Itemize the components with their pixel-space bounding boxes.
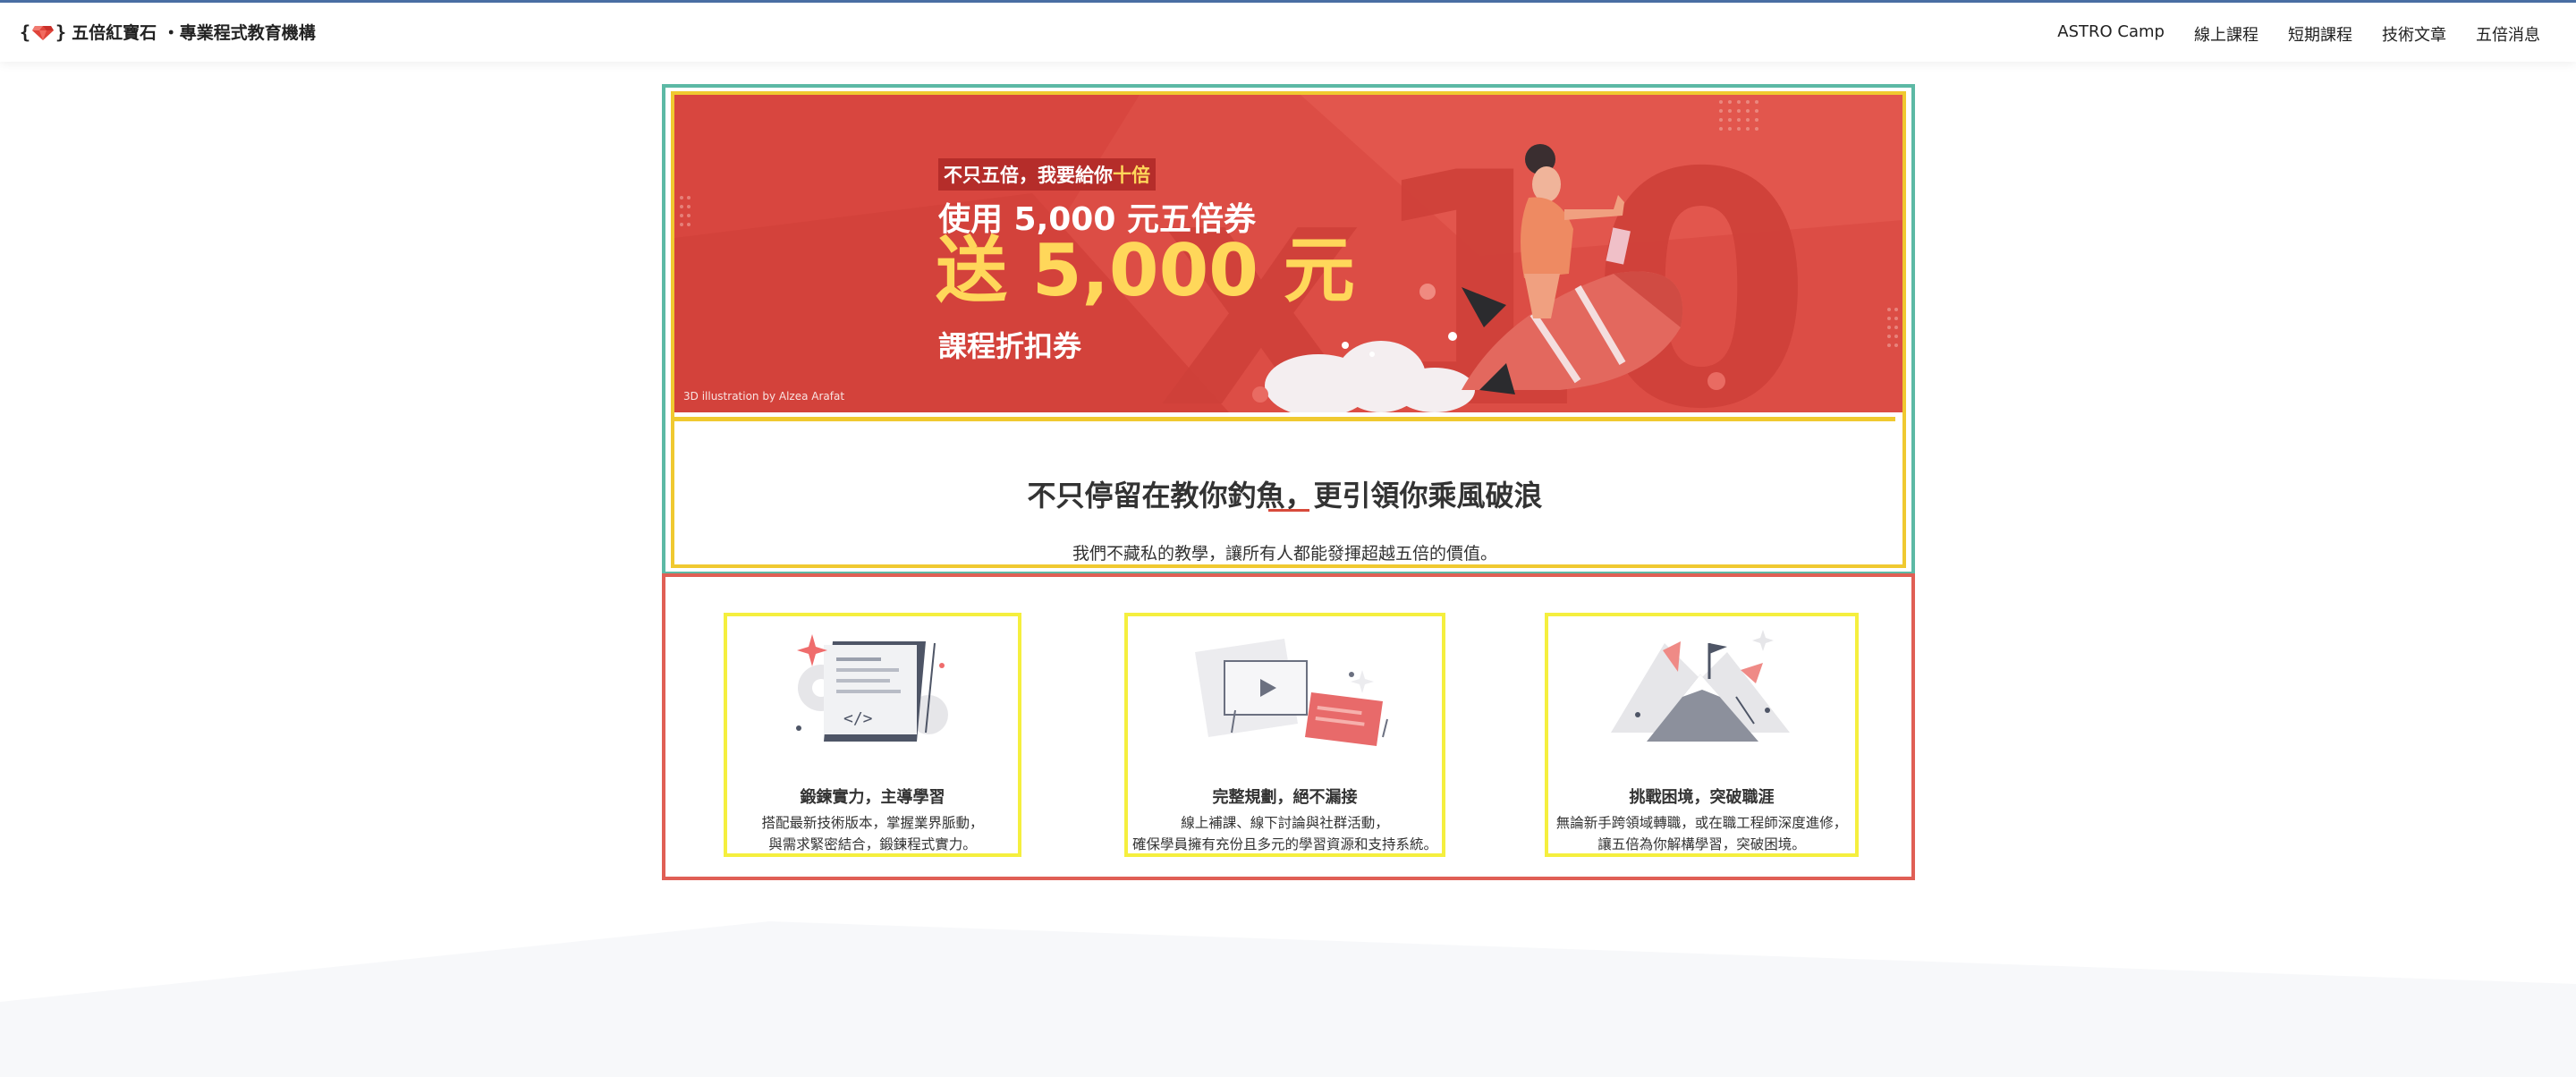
main-nav: ASTRO Camp 線上課程 短期課程 技術文章 五倍消息 (2057, 22, 2540, 46)
features-section: </> 鍛鍊實力，主導學習 搭配最新技術版本，掌握業界脈動， 與需求緊密結合，鍛鍊… (662, 573, 1915, 880)
brand-brace-close: } (55, 21, 67, 43)
code-document-icon: </> (796, 634, 948, 742)
tag-highlight: 十倍 (1113, 165, 1150, 186)
feature-card: 完整規劃，絕不漏接 線上補課、線下討論與社群活動， 確保學員擁有充份且多元的學習資… (1124, 613, 1445, 857)
illustration-credit: 3D illustration by Alzea Arafat (683, 390, 845, 403)
video-chat-icon (1195, 639, 1388, 746)
banner-gift-amount: 送 5,000 元 (936, 229, 1355, 312)
feature-description: 線上補課、線下討論與社群活動， 確保學員擁有充份且多元的學習資源和支持系統。 (1131, 815, 1437, 852)
navbar: { } 五倍紅寶石 ・專業程式教育機構 ASTRO Camp 線上課程 短期課程… (0, 3, 2576, 62)
banner-coupon-line: 課程折扣券 (938, 329, 1082, 363)
feature-title: 挑戰困境，突破職涯 (1629, 788, 1775, 807)
main-content: x10 不只五倍，我要給你十倍 使用 5,000 元五倍券 送 5,000 元 … (662, 84, 1915, 880)
intro-section: 不只停留在教你釣魚，更引領你乘風破浪 我們不藏私的教學，讓所有人都能發揮超越五倍… (674, 417, 1895, 564)
feature-card: </> 鍛鍊實力，主導學習 搭配最新技術版本，掌握業界脈動， 與需求緊密結合，鍛鍊… (724, 613, 1021, 857)
feature-title: 鍛鍊實力，主導學習 (800, 788, 945, 807)
nav-short-courses[interactable]: 短期課程 (2288, 22, 2352, 46)
nav-tech-articles[interactable]: 技術文章 (2382, 22, 2446, 46)
background-shape (0, 921, 2576, 1077)
heading-underline (1268, 509, 1309, 512)
mountain-flag-icon (1611, 630, 1790, 742)
svg-text:</>: </> (843, 709, 873, 728)
nav-online-courses[interactable]: 線上課程 (2194, 22, 2258, 46)
feature-description: 無論新手跨領域轉職，或在職工程師深度進修， 讓五倍為你解構學習，突破困境。 (1555, 815, 1848, 852)
banner-tag: 不只五倍，我要給你十倍 (938, 158, 1156, 191)
brand-name: 五倍紅寶石 ・專業程式教育機構 (72, 23, 316, 43)
nav-news[interactable]: 五倍消息 (2476, 22, 2540, 46)
brand-brace-open: { (20, 21, 31, 43)
feature-title: 完整規劃，絕不漏接 (1212, 788, 1358, 807)
intro-subtext: 我們不藏私的教學，讓所有人都能發揮超越五倍的價值。 (1072, 544, 1497, 564)
ruby-gem-icon (32, 25, 55, 40)
brand-logo[interactable]: { } 五倍紅寶石 ・專業程式教育機構 (20, 20, 316, 44)
feature-card: 挑戰困境，突破職涯 無論新手跨領域轉職，或在職工程師深度進修， 讓五倍為你解構學習… (1545, 613, 1859, 857)
nav-astro-camp[interactable]: ASTRO Camp (2057, 22, 2165, 46)
feature-description: 搭配最新技術版本，掌握業界脈動， 與需求緊密結合，鍛鍊程式實力。 (761, 815, 984, 852)
promo-banner[interactable]: x10 不只五倍，我要給你十倍 使用 5,000 元五倍券 送 5,000 元 … (674, 95, 1902, 412)
